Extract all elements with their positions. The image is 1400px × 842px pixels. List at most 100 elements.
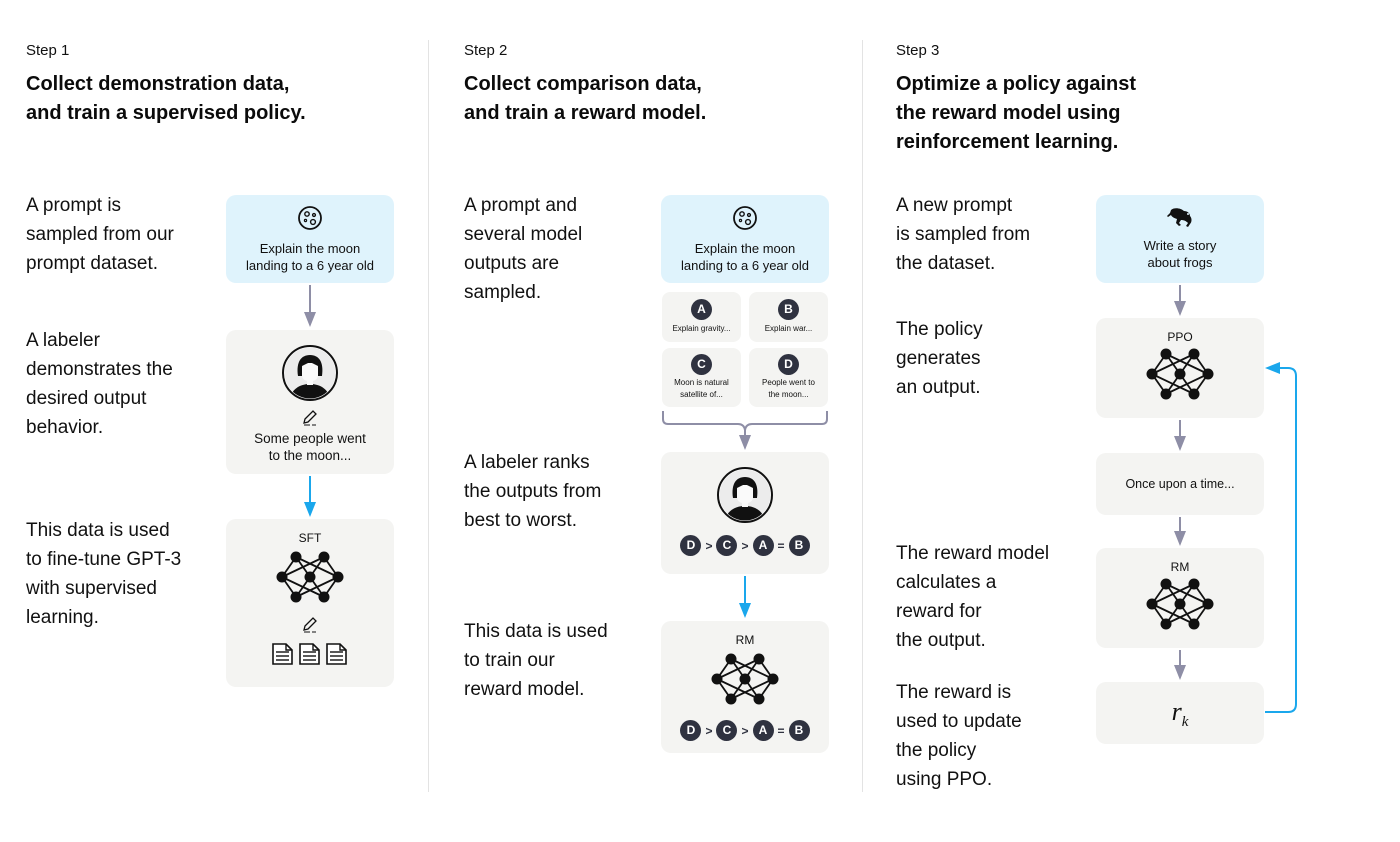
step-3-ppo-box: PPO [1096, 318, 1264, 418]
rank-operator: > [705, 538, 713, 553]
desc-line: the dataset. [896, 253, 996, 274]
desc-line: prompt dataset. [26, 253, 159, 274]
desc-line: to fine-tune GPT-3 [26, 549, 182, 570]
title-line: and train a supervised policy. [26, 102, 306, 124]
desc-line: outputs are [464, 253, 560, 274]
arrow-ranking-to-rm [739, 576, 751, 618]
desc-line: reward for [896, 601, 982, 622]
network-node [1160, 618, 1172, 630]
rank-badge: C [716, 535, 738, 556]
desc-line: reward model. [464, 679, 585, 700]
step-2-title: Collect comparison data, and train a rew… [464, 70, 706, 128]
labeler-avatar-icon [282, 345, 338, 401]
title-line: the reward model using [896, 102, 1121, 124]
desc-line: This data is used [464, 621, 608, 642]
network-node [753, 653, 765, 665]
step-3-desc-prompt: A new prompt is sampled from the dataset… [896, 191, 1030, 278]
pencil-icon [303, 617, 317, 633]
feedback-arrow-reward-to-ppo [1265, 362, 1297, 713]
option-line: satellite of... [680, 390, 723, 399]
network-node [318, 551, 330, 563]
demo-line: Some people went [254, 431, 366, 446]
desc-line: best to worst. [464, 510, 577, 531]
title-line: reinforcement learning. [896, 131, 1119, 153]
prompt-text: Explain the moon landing to a 6 year old [661, 240, 829, 274]
rank-badge: A [752, 720, 774, 741]
network-node [1160, 578, 1172, 590]
neural-network-icon [276, 551, 344, 603]
desc-line: A labeler [26, 330, 100, 351]
network-node [332, 571, 344, 583]
generated-output-text: Once upon a time... [1125, 477, 1235, 491]
step-1-desc-labeler: A labeler demonstrates the desired outpu… [26, 326, 173, 442]
desc-line: A labeler ranks [464, 452, 590, 473]
step-2-ranking-box: D > C > A = B [661, 452, 829, 574]
network-node [290, 591, 302, 603]
step-2-rm-box: RM D > C > A = B [661, 621, 829, 753]
step-3-prompt-box: Write a story about frogs [1096, 195, 1264, 283]
network-node [1188, 578, 1200, 590]
prompt-line: about frogs [1147, 255, 1213, 270]
arrow-labeler-to-sft [304, 476, 316, 517]
network-node [753, 693, 765, 705]
desc-line: desired output [26, 388, 147, 409]
step-3-desc-update: The reward is used to update the policy … [896, 678, 1022, 794]
output-option-d: D People went to the moon... [749, 348, 828, 407]
reward-subscript: k [1181, 714, 1189, 731]
desc-line: calculates a [896, 572, 997, 593]
option-letter-badge: C [691, 354, 712, 375]
desc-line: The reward is [896, 682, 1012, 703]
network-node [304, 571, 316, 583]
network-node [318, 591, 330, 603]
option-text: Explain gravity... [672, 324, 731, 333]
title-line: Collect demonstration data, [26, 73, 290, 95]
step-2-desc-ranking: A labeler ranks the outputs from best to… [464, 448, 601, 535]
desc-line: demonstrates the [26, 359, 173, 380]
prompt-line: Write a story [1143, 238, 1217, 253]
neural-network-icon [1146, 578, 1214, 630]
network-node [711, 673, 723, 685]
moon-icon [733, 206, 757, 230]
option-line: People went to [762, 378, 815, 387]
step-1-title: Collect demonstration data, and train a … [26, 70, 306, 128]
title-line: Collect comparison data, [464, 73, 702, 95]
desc-line: sampled. [464, 282, 542, 303]
option-line: Moon is natural [674, 378, 729, 387]
rank-badge: B [788, 535, 810, 556]
column-divider [428, 40, 429, 792]
output-option-c: C Moon is natural satellite of... [662, 348, 741, 407]
arrow-output-to-rm [1174, 517, 1186, 546]
desc-line: This data is used [26, 520, 170, 541]
rank-badge: D [680, 535, 702, 556]
network-node [739, 673, 751, 685]
document-stack [226, 642, 394, 666]
step-3-title: Optimize a policy against the reward mod… [896, 70, 1136, 157]
desc-line: to train our [464, 650, 555, 671]
frog-icon [1167, 208, 1192, 227]
desc-line: several model [464, 224, 583, 245]
output-option-a: A Explain gravity... [662, 292, 741, 342]
arrow-rm-to-reward [1174, 650, 1186, 680]
sft-label: SFT [298, 531, 322, 545]
labeler-avatar-icon [717, 467, 773, 523]
option-letter-badge: A [691, 299, 712, 320]
ppo-label: PPO [1167, 330, 1193, 344]
network-node [1202, 368, 1214, 380]
demonstration-text: Some people went to the moon... [226, 430, 394, 464]
prompt-line: landing to a 6 year old [246, 258, 374, 273]
option-text: Moon is natural satellite of... [662, 377, 741, 401]
desc-line: the output. [896, 630, 986, 651]
document-icon [326, 643, 347, 665]
ranking-sequence: D > C > A = B [661, 535, 829, 556]
prompt-line: Explain the moon [259, 241, 361, 256]
desc-line: the outputs from [464, 481, 602, 502]
step-2-desc-prompt: A prompt and several model outputs are s… [464, 191, 582, 307]
reward-r: r [1171, 697, 1182, 726]
reward-symbol: rk [1096, 682, 1264, 752]
neural-network-icon [1146, 348, 1214, 400]
desc-line: The policy [896, 319, 983, 340]
network-node [1160, 388, 1172, 400]
rank-operator: > [741, 538, 749, 553]
rank-operator: > [705, 723, 713, 738]
desc-line: with supervised [26, 578, 157, 599]
